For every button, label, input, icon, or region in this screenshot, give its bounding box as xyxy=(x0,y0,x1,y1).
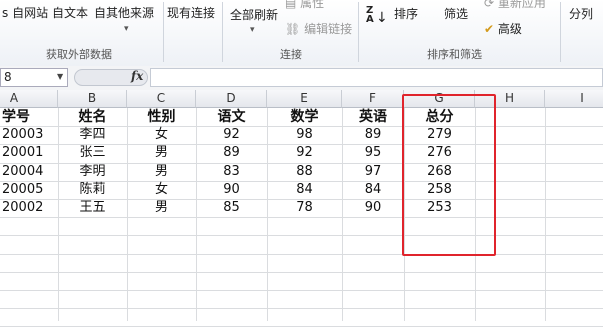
table-cell[interactable]: 98 xyxy=(267,126,342,144)
reapply-button[interactable]: ⟳ 重新应用 xyxy=(484,0,546,11)
column-header-a[interactable]: A xyxy=(0,90,58,108)
table-cell[interactable]: 陈莉 xyxy=(58,181,127,199)
header-cell[interactable]: 数学 xyxy=(267,108,342,126)
highlight-box xyxy=(402,94,496,256)
row-line xyxy=(0,235,603,237)
table-cell[interactable]: 王五 xyxy=(58,199,127,217)
column-line xyxy=(545,108,546,321)
header-cell[interactable]: 姓名 xyxy=(58,108,127,126)
table-cell[interactable]: 20003 xyxy=(2,126,58,144)
table-cell[interactable]: 张三 xyxy=(58,144,127,162)
column-header-d[interactable]: D xyxy=(196,90,267,108)
table-cell[interactable]: 李四 xyxy=(58,126,127,144)
table-cell[interactable]: 女 xyxy=(127,126,196,144)
row-line xyxy=(0,308,603,310)
row-line xyxy=(0,253,603,255)
divider xyxy=(163,2,164,62)
advanced-filter-icon: ✔ xyxy=(484,22,495,36)
column-header-b[interactable]: B xyxy=(58,90,127,108)
properties-button[interactable]: ▤ 属性 xyxy=(285,0,324,11)
table-cell[interactable]: 男 xyxy=(127,199,196,217)
table-cell[interactable]: 97 xyxy=(342,163,404,181)
table-cell[interactable]: 男 xyxy=(127,144,196,162)
table-cell[interactable]: 男 xyxy=(127,163,196,181)
table-cell[interactable]: 84 xyxy=(342,181,404,199)
table-cell[interactable]: 89 xyxy=(342,126,404,144)
column-header-e[interactable]: E xyxy=(267,90,342,108)
text-to-columns-button[interactable]: 分列 xyxy=(569,5,593,22)
table-cell[interactable]: 20002 xyxy=(2,199,58,217)
table-cell[interactable]: 女 xyxy=(127,181,196,199)
edit-links-button[interactable]: ⛓ 编辑链接 xyxy=(285,20,352,37)
sort-button[interactable]: 排序 xyxy=(394,5,418,22)
header-cell[interactable]: 学号 xyxy=(2,108,58,126)
properties-icon: ▤ xyxy=(285,0,297,10)
header-cell[interactable]: 语文 xyxy=(196,108,267,126)
function-icon[interactable]: fx xyxy=(131,69,143,83)
header-cell[interactable]: 性别 xyxy=(127,108,196,126)
column-header-f[interactable]: F xyxy=(342,90,404,108)
formula-bar: 8 ▼ fx xyxy=(0,66,603,91)
column-header-c[interactable]: C xyxy=(127,90,196,108)
from-text-button[interactable]: 自文本 xyxy=(52,4,88,21)
table-cell[interactable]: 92 xyxy=(267,144,342,162)
table-cell[interactable]: 84 xyxy=(267,181,342,199)
refresh-all-button[interactable]: 全部刷新 xyxy=(230,6,278,23)
filter-button[interactable]: 筛选 xyxy=(444,5,468,22)
column-header-i[interactable]: I xyxy=(545,90,603,108)
worksheet-grid[interactable]: ABCDEFGHI 学号 姓名 性别 语文 数学 英语 总分 20003 李四女 92 98 89 27… xyxy=(0,90,603,327)
table-cell[interactable]: 李明 xyxy=(58,163,127,181)
divider xyxy=(358,2,359,62)
row-line xyxy=(0,290,603,291)
from-web-button[interactable]: s 自网站 xyxy=(2,4,48,21)
group-label-get-external-data: 获取外部数据 xyxy=(46,48,112,61)
table-cell[interactable]: 90 xyxy=(196,181,267,199)
header-cell[interactable]: 英语 xyxy=(342,108,404,126)
from-other-sources-button[interactable]: 自其他来源 xyxy=(94,4,154,21)
group-label-sort-filter: 排序和筛选 xyxy=(427,48,482,61)
table-cell[interactable]: 95 xyxy=(342,144,404,162)
row-line xyxy=(0,271,603,273)
chevron-down-icon[interactable]: ▾ xyxy=(124,24,129,34)
ribbon: s 自网站 自文本 自其他来源 ▾ 现有连接 全部刷新 ▾ ▤ 属性 ⛓ 编辑链… xyxy=(0,0,603,67)
formula-input[interactable] xyxy=(150,68,603,87)
table-cell[interactable]: 83 xyxy=(196,163,267,181)
table-cell[interactable]: 20001 xyxy=(2,144,58,162)
divider xyxy=(222,2,223,62)
row-line xyxy=(0,217,603,219)
advanced-button[interactable]: ✔ 高级 xyxy=(484,20,522,37)
table-cell[interactable]: 78 xyxy=(267,199,342,217)
table-cell[interactable]: 89 xyxy=(196,144,267,162)
table-cell[interactable]: 20005 xyxy=(2,181,58,199)
table-cell[interactable]: 90 xyxy=(342,199,404,217)
table-cell[interactable]: 88 xyxy=(267,163,342,181)
sort-az-icon[interactable]: ZA xyxy=(366,6,374,25)
reapply-icon: ⟳ xyxy=(484,0,495,10)
table-cell[interactable]: 20004 xyxy=(2,163,58,181)
edit-links-icon: ⛓ xyxy=(285,22,301,36)
table-cell[interactable]: 85 xyxy=(196,199,267,217)
chevron-down-icon[interactable]: ▾ xyxy=(250,25,255,35)
existing-connections-button[interactable]: 现有连接 xyxy=(167,4,215,21)
group-label-connections: 连接 xyxy=(280,48,302,61)
sort-arrow-icon: ↓ xyxy=(376,10,388,26)
table-cell[interactable]: 92 xyxy=(196,126,267,144)
divider xyxy=(560,2,561,62)
chevron-down-icon[interactable]: ▼ xyxy=(57,72,63,81)
